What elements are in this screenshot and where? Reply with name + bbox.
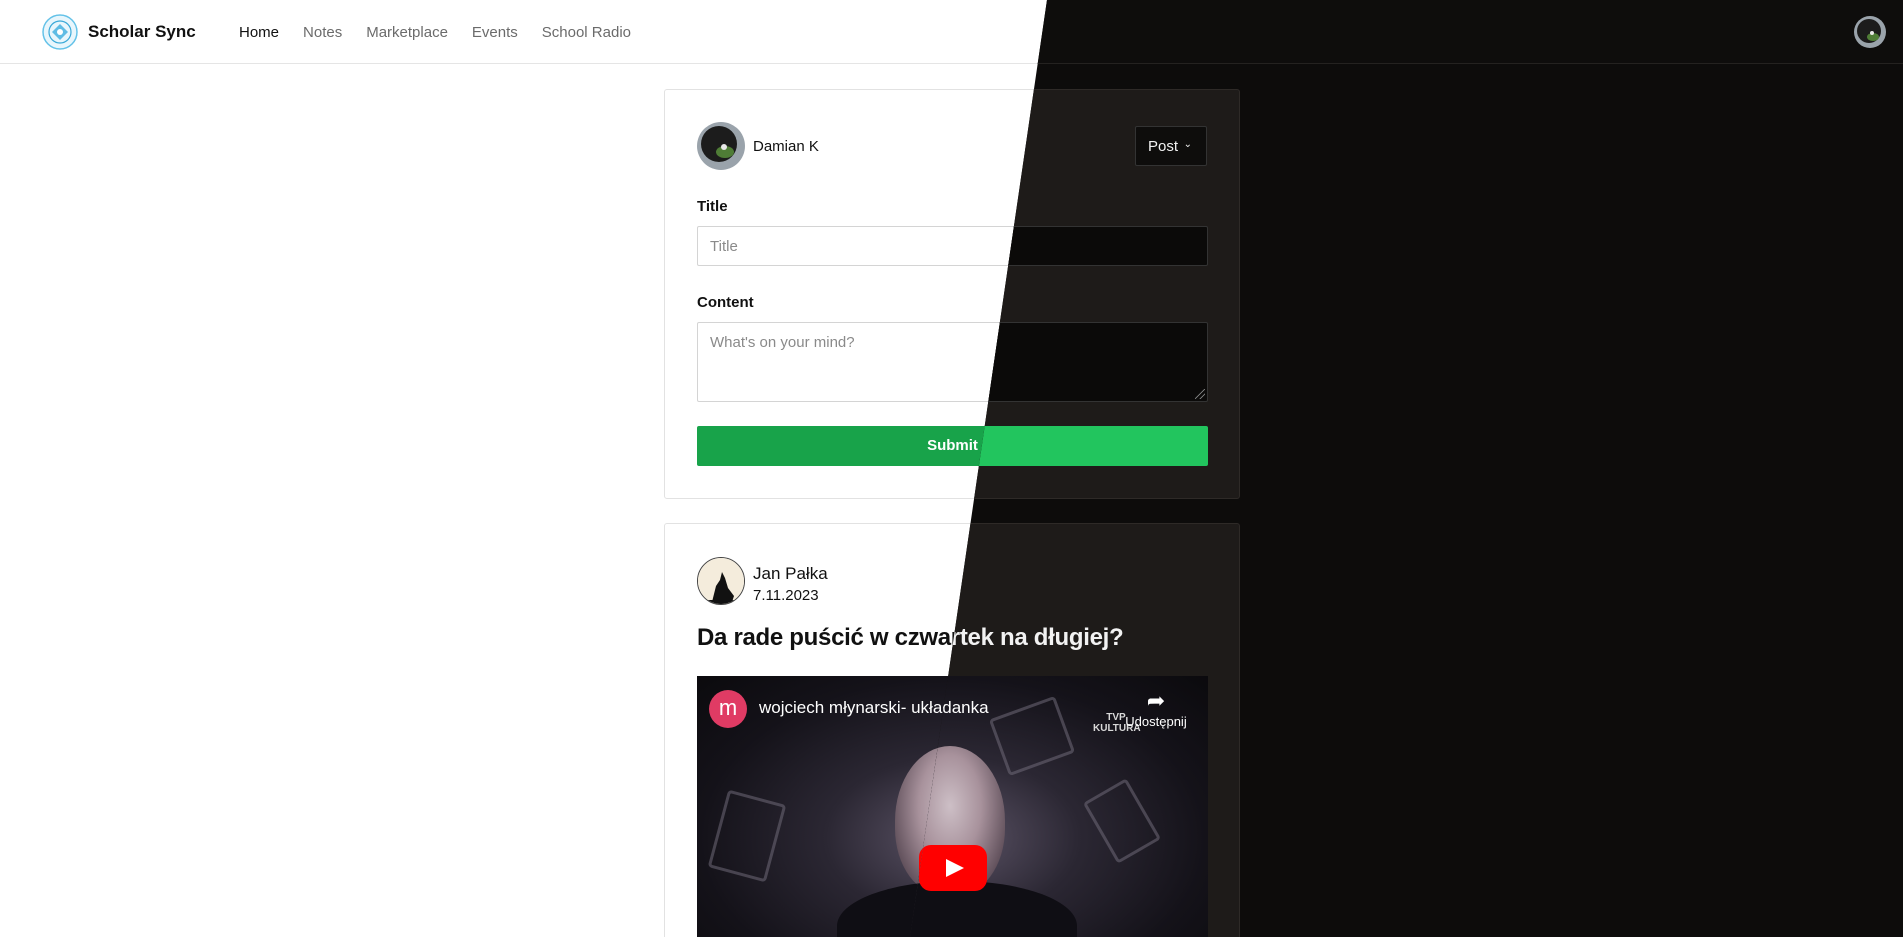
resize-handle-icon[interactable] xyxy=(1195,389,1205,399)
nav-item-school-radio[interactable]: School Radio xyxy=(542,24,631,41)
main-nav: Home Notes Marketplace Events School Rad… xyxy=(239,24,631,41)
share-label: Udostępnij xyxy=(1125,714,1187,729)
nav-item-events[interactable]: Events xyxy=(472,24,518,41)
compose-author-name: Damian K xyxy=(753,138,819,155)
chevron-down-icon: ⌄ xyxy=(1183,139,1192,150)
brand-name[interactable]: Scholar Sync xyxy=(88,22,196,42)
title-placeholder: Title xyxy=(710,238,738,255)
nav-item-notes[interactable]: Notes xyxy=(303,24,342,41)
title-label: Title xyxy=(697,198,728,215)
play-icon[interactable] xyxy=(919,845,987,891)
nav-item-home[interactable]: Home xyxy=(239,24,279,41)
video-background-shape xyxy=(988,695,1076,777)
post-date: 7.11.2023 xyxy=(753,587,819,604)
video-background-shape xyxy=(707,789,787,883)
logo-icon[interactable] xyxy=(42,14,78,50)
post-type-select[interactable]: Post ⌄ xyxy=(1135,126,1207,166)
nav-item-marketplace[interactable]: Marketplace xyxy=(366,24,448,41)
content-label: Content xyxy=(697,294,754,311)
avatar[interactable] xyxy=(697,122,745,170)
content-placeholder: What's on your mind? xyxy=(710,334,855,351)
post-author-name[interactable]: Jan Pałka xyxy=(753,564,828,584)
video-channel-avatar[interactable]: m xyxy=(709,690,747,728)
share-icon: ➦ xyxy=(1146,688,1166,713)
avatar[interactable] xyxy=(697,557,745,605)
post-type-value: Post xyxy=(1148,138,1179,155)
video-share-button[interactable]: ➦ Udostępnij xyxy=(1121,688,1191,729)
user-avatar[interactable] xyxy=(1854,16,1886,48)
video-background-shape xyxy=(1082,778,1162,864)
